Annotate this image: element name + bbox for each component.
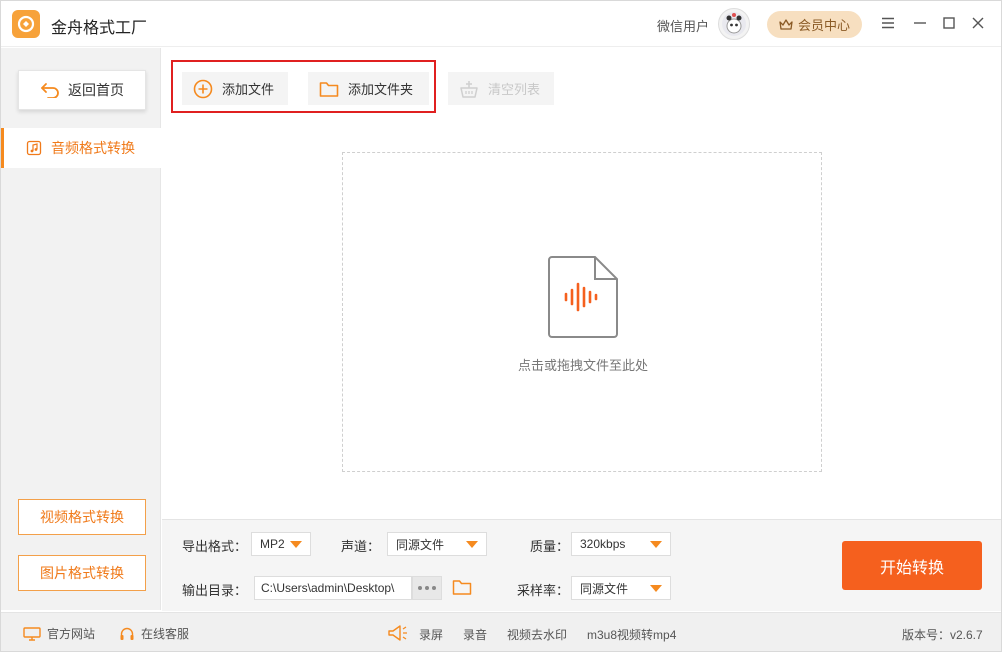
add-file-label: 添加文件 [222,82,275,97]
app-logo-icon [12,10,40,38]
remove-watermark-link[interactable]: 视频去水印 [507,626,567,643]
back-arrow-icon [41,83,59,98]
caret-down-icon [650,541,662,548]
headset-icon [120,627,134,640]
sidebar-item-label: 音频格式转换 [51,140,135,156]
online-service-link[interactable]: 在线客服 [119,625,189,642]
file-drop-zone[interactable]: 点击或拖拽文件至此处 [342,152,822,472]
app-title: 金舟格式工厂 [51,20,148,37]
megaphone-icon [387,624,409,645]
vip-center-button[interactable]: 会员中心 [767,11,862,38]
output-dir-input[interactable]: C:\Users\admin\Desktop\ [254,576,412,600]
channel-select[interactable]: 同源文件 [387,532,487,556]
format-value: MP2 [260,537,285,551]
add-folder-label: 添加文件夹 [348,82,414,97]
samplerate-value: 同源文件 [580,581,629,596]
vip-center-label: 会员中心 [797,18,850,33]
back-home-button[interactable]: 返回首页 [18,70,146,110]
add-file-button[interactable]: 添加文件 [182,72,288,105]
image-convert-button[interactable]: 图片格式转换 [18,555,146,591]
online-service-label: 在线客服 [141,627,190,641]
music-note-icon [26,140,42,156]
record-screen-link[interactable]: 录屏 [419,626,443,643]
video-convert-button[interactable]: 视频格式转换 [18,499,146,535]
audio-file-icon [548,256,618,338]
add-folder-button[interactable]: 添加文件夹 [308,72,429,105]
sidebar-item-audio-convert[interactable]: 音频格式转换 [1,128,161,168]
start-convert-button[interactable]: 开始转换 [842,541,982,590]
clear-list-label: 清空列表 [488,82,541,97]
clear-list-button[interactable]: 清空列表 [448,72,554,105]
format-label: 导出格式： [182,539,248,554]
sidebar: 返回首页 音频格式转换 视频格式转换 图片格式转换 [1,48,161,610]
status-bar: 官方网站 在线客服 录屏 录音 视频去水印 m3u8视频转mp4 版本号：v2.… [1,612,1001,651]
website-link[interactable]: 官方网站 [23,625,95,642]
quality-label: 质量： [530,539,570,554]
minimize-icon[interactable] [910,13,930,33]
caret-down-icon [466,541,478,548]
back-home-label: 返回首页 [68,82,124,98]
open-folder-icon[interactable] [452,578,472,599]
quality-select[interactable]: 320kbps [571,532,671,556]
folder-icon [319,81,339,97]
output-dir-label: 输出目录： [182,583,248,598]
plus-circle-icon [193,79,213,98]
basket-icon [460,80,478,98]
quality-value: 320kbps [580,537,626,551]
app-window: 金舟格式工厂 微信用户 会员中心 返回首页 音频格式转换 视频格式转换 图片格式… [0,0,1002,652]
caret-down-icon [290,541,302,548]
m3u8-to-mp4-link[interactable]: m3u8视频转mp4 [587,626,676,643]
record-audio-link[interactable]: 录音 [463,626,487,643]
close-icon[interactable] [968,13,988,33]
maximize-icon[interactable] [939,13,959,33]
settings-panel: 导出格式： MP2 声道： 同源文件 质量： 320kbps 输出目录： C:\… [162,519,1001,611]
channel-label: 声道： [341,539,381,554]
version-text: 版本号：v2.6.7 [902,628,983,642]
crown-icon [779,18,793,30]
drop-hint-text: 点击或拖拽文件至此处 [517,358,648,373]
user-name[interactable]: 微信用户 [657,16,709,35]
caret-down-icon [650,585,662,592]
menu-icon[interactable] [878,13,898,33]
avatar[interactable] [718,8,750,40]
channel-value: 同源文件 [396,537,445,552]
format-select[interactable]: MP2 [251,532,311,556]
samplerate-label: 采样率： [517,583,570,598]
monitor-icon [23,626,41,641]
samplerate-select[interactable]: 同源文件 [571,576,671,600]
website-label: 官方网站 [47,627,96,641]
browse-dots-button[interactable] [412,576,442,600]
title-bar: 金舟格式工厂 微信用户 会员中心 [1,1,1001,47]
